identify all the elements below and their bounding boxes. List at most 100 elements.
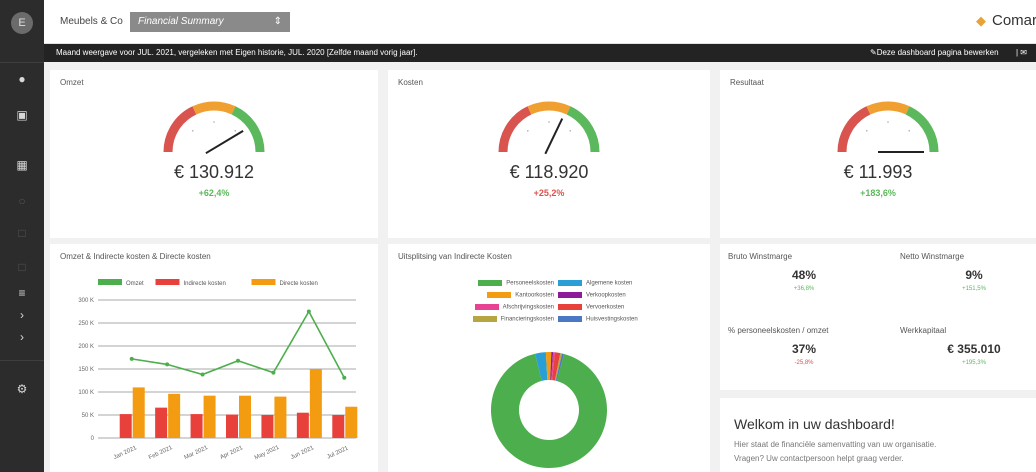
chart-title: Omzet & Indirecte kosten & Directe koste…	[60, 252, 211, 261]
edit-dashboard-link[interactable]: ✎Deze dashboard pagina bewerken	[870, 48, 999, 57]
divider	[0, 62, 44, 63]
gauge-tick	[569, 129, 572, 132]
y-tick-label: 250 K	[78, 321, 94, 327]
metrics-card: Bruto Winstmarge 48% +36,8% Netto Winstm…	[720, 244, 1036, 390]
bar-directe-kosten	[345, 406, 358, 438]
x-tick-label: May 2021	[254, 445, 281, 462]
gauge-tick	[548, 121, 550, 123]
document-icon[interactable]: ▣	[0, 104, 44, 126]
bar-indirecte-kosten	[190, 414, 203, 438]
metric-title: Werkkapitaal	[900, 326, 947, 335]
legend-item: Omzet	[98, 279, 144, 287]
combo-chart: Omzet Indirecte kosten Directe kosten 300 K…	[78, 279, 358, 462]
app-logo-icon[interactable]: E	[11, 12, 33, 34]
legend-label: Vervoerkosten	[586, 304, 625, 311]
left-sidebar: E ● ▣ ▦ ○ □ □ ≡ › › ⚙	[0, 0, 44, 472]
line-point	[165, 362, 170, 367]
legend-item: Kantoorkosten	[487, 292, 554, 299]
legend-label: Omzet	[126, 281, 144, 287]
kpi-value: € 11.993	[843, 162, 913, 182]
chevron-right-icon[interactable]: ›	[0, 326, 44, 348]
legend-swatch	[558, 304, 582, 310]
gauge-green-segment	[566, 106, 600, 153]
gauge-orange-segment	[866, 101, 910, 115]
bar-indirecte-kosten	[155, 407, 168, 438]
legend-label: Indirecte kosten	[184, 281, 226, 287]
bar-indirecte-kosten	[296, 412, 309, 438]
mail-icon[interactable]: | ✉	[1016, 48, 1027, 57]
line-point	[200, 372, 205, 377]
legend-swatch	[98, 279, 122, 285]
metric-delta: -25,8%	[794, 360, 814, 366]
legend-label: Kantoorkosten	[515, 292, 554, 299]
bar-indirecte-kosten	[226, 414, 238, 438]
kpi-delta: +62,4%	[198, 188, 230, 198]
legend-item: Vervoerkosten	[558, 304, 624, 311]
dashboard-app: E ● ▣ ▦ ○ □ □ ≡ › › ⚙ Meubels & Co Finan…	[0, 0, 1036, 472]
company-name[interactable]: Meubels & Co	[60, 16, 123, 27]
x-tick-label: Jul 2021	[326, 445, 350, 460]
gauge-tick	[191, 129, 194, 132]
x-tick-label: Jun 2021	[290, 445, 316, 461]
gauge-resultaat	[837, 101, 939, 153]
document-icon[interactable]: □	[0, 222, 44, 244]
grid-icon[interactable]: □	[0, 256, 44, 278]
gauge-green-segment	[231, 106, 265, 153]
chart-card-omzet-kosten: Omzet & Indirecte kosten & Directe koste…	[50, 244, 378, 472]
legend-swatch	[251, 279, 276, 285]
y-tick-label: 100 K	[78, 390, 94, 396]
divider	[0, 360, 44, 361]
chart-icon[interactable]: ○	[0, 190, 44, 212]
gauge-tick	[234, 129, 237, 132]
kpi-delta: +25,2%	[533, 188, 565, 198]
x-tick-label: Feb 2021	[148, 445, 174, 461]
gauge-kosten	[498, 101, 600, 155]
legend-swatch	[155, 279, 180, 285]
bar-directe-kosten	[239, 395, 251, 438]
gauge-orange-segment	[527, 101, 571, 115]
report-icon[interactable]: ▦	[0, 154, 44, 176]
kpi-title: Omzet	[60, 78, 84, 87]
bar-directe-kosten	[309, 369, 322, 438]
legend-label: Huisvestingskosten	[586, 316, 638, 323]
welcome-title: Welkom in uw dashboard!	[734, 416, 895, 432]
line-point	[129, 356, 134, 361]
legend-swatch	[487, 292, 512, 298]
gauge-red-segment	[163, 106, 197, 153]
line-omzet	[131, 309, 345, 379]
legend-swatch	[558, 292, 582, 298]
kpi-value: € 118.920	[509, 162, 589, 182]
metric-delta: +195,3%	[962, 360, 986, 366]
home-icon[interactable]: ●	[0, 68, 44, 90]
welcome-text: Vragen? Uw contactpersoon helpt graag ve…	[734, 454, 904, 463]
pencil-icon: ✎	[870, 48, 877, 57]
kpi-card-omzet: Omzet € 130.912 +62,4%	[50, 70, 378, 238]
welcome-card: Welkom in uw dashboard! Hier staat de fi…	[720, 398, 1036, 472]
gauge-red-segment	[837, 106, 871, 153]
metric-title: Bruto Winstmarge	[728, 252, 793, 261]
bar-directe-kosten	[168, 393, 181, 438]
legend-swatch	[558, 280, 582, 286]
gauge-tick	[526, 129, 529, 132]
kpi-title: Resultaat	[730, 78, 764, 87]
report-select[interactable]: Financial Summary ⇕	[130, 12, 290, 32]
edit-dashboard-label: Deze dashboard pagina bewerken	[876, 48, 999, 57]
x-tick-label: Mar 2021	[183, 445, 209, 461]
gear-icon[interactable]: ⚙	[0, 378, 44, 400]
gauge-needle	[205, 129, 244, 155]
metric-value: € 355.010	[947, 342, 1001, 356]
line-point	[271, 370, 276, 375]
legend-swatch	[558, 316, 582, 322]
report-select-value: Financial Summary	[138, 16, 224, 27]
legend-item: Directe kosten	[251, 279, 318, 287]
chevron-right-icon[interactable]: ›	[0, 304, 44, 326]
y-tick-label: 300 K	[78, 298, 94, 304]
chart-card-indirecte-kosten: Uitsplitsing van Indirecte Kosten Person…	[388, 244, 710, 472]
bar-directe-kosten	[274, 396, 287, 438]
metric-value: 37%	[791, 342, 817, 356]
legend-item: Financieringskosten	[472, 316, 554, 323]
gauge-orange-segment	[192, 101, 236, 115]
top-bar: Meubels & Co Financial Summary ⇕ ◆ Comar	[44, 0, 1036, 44]
legend-swatch	[478, 280, 503, 286]
filter-icon[interactable]: ≡	[0, 282, 44, 304]
